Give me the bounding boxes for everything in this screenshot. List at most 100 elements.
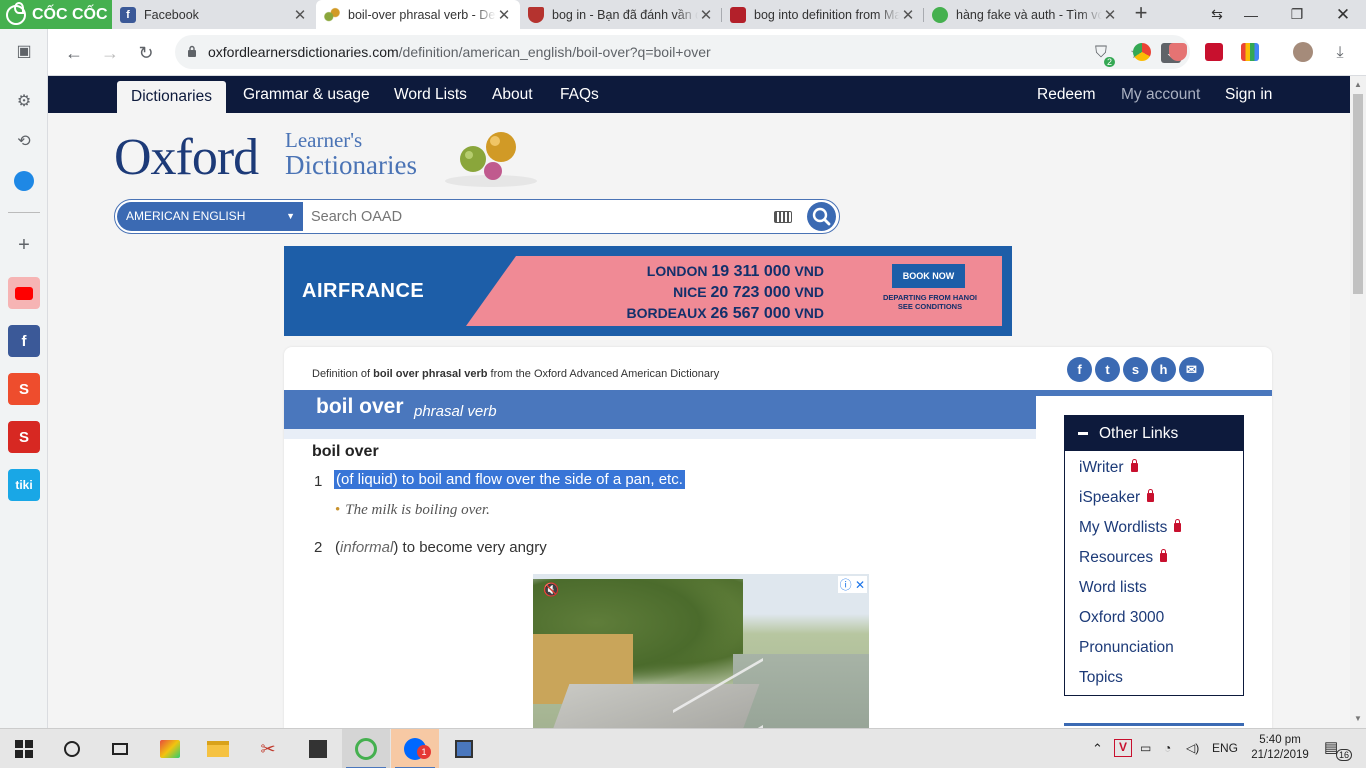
nav-about[interactable]: About [492, 76, 533, 113]
back-button[interactable]: ← [60, 39, 88, 67]
start-button[interactable] [0, 729, 48, 768]
nav-redeem[interactable]: Redeem [1037, 76, 1096, 113]
sticky-app-icon[interactable] [294, 729, 342, 768]
stumbleupon-share-icon[interactable]: s [1123, 357, 1148, 382]
mute-icon[interactable]: 🔇 [543, 582, 559, 598]
nav-word-lists[interactable]: Word Lists [394, 76, 467, 113]
tiki-icon[interactable]: tiki [8, 469, 40, 501]
coccoc-brand[interactable]: CỐC CỐC [0, 0, 112, 29]
tray-chevron-icon[interactable]: ⌃ [1092, 741, 1103, 757]
unikey-icon[interactable]: V [1114, 739, 1132, 757]
scroll-up-icon[interactable]: ▲ [1354, 80, 1362, 89]
task-view-icon[interactable] [96, 729, 144, 768]
zalo-taskbar-icon[interactable]: 1 [391, 729, 439, 768]
nav-faqs[interactable]: FAQs [560, 76, 599, 113]
cortana-search-icon[interactable] [48, 729, 96, 768]
close-icon[interactable]: ✕ [698, 6, 714, 24]
ad-offer-nice: NICE 20 723 000 VND [673, 284, 824, 301]
email-share-icon[interactable]: ✉ [1179, 357, 1204, 382]
coccoc-ext-icon[interactable] [1133, 43, 1151, 61]
keyboard-icon[interactable] [774, 211, 792, 223]
headword-underline [284, 429, 1036, 439]
address-bar[interactable]: oxfordlearnersdictionaries.com/definitio… [175, 35, 1190, 69]
search-input[interactable] [311, 206, 761, 228]
link-word-lists[interactable]: Word lists [1079, 579, 1147, 597]
link-resources[interactable]: Resources [1079, 549, 1168, 567]
link-pronunciation[interactable]: Pronunciation [1079, 639, 1174, 657]
extension-shield-icon[interactable]: ⛉ 2 [1091, 43, 1115, 67]
shopee-icon[interactable]: S [8, 373, 40, 405]
search-button[interactable] [807, 202, 836, 231]
wifi-icon[interactable]: ◔ [1164, 741, 1171, 755]
nav-my-account[interactable]: My account [1121, 76, 1200, 113]
sync-ext-icon[interactable] [1205, 43, 1223, 61]
reload-button[interactable]: ↻ [132, 39, 160, 67]
other-links-header[interactable]: Other Links [1065, 416, 1243, 451]
snipping-tool-icon[interactable]: ✂ [244, 729, 292, 768]
facebook-share-icon[interactable]: f [1067, 357, 1092, 382]
ad-choices-close-icon[interactable]: ⓘ ✕ [837, 576, 867, 593]
ad-book-now-button[interactable]: BOOK NOW [892, 264, 965, 288]
tab-title: boil-over phrasal verb - Def [348, 7, 496, 22]
macmillan-book-icon [730, 6, 746, 23]
browser-toolbar: ← → ↻ oxfordlearnersdictionaries.com/def… [48, 29, 1366, 76]
tab-cambridge[interactable]: bog in - Bạn đã đánh vần đ ✕ [520, 0, 722, 29]
language-indicator[interactable]: ENG [1212, 741, 1238, 755]
volume-icon[interactable]: ◁) [1186, 741, 1199, 755]
subheadword: boil over [312, 443, 379, 460]
other-links-panel: Other Links iWriter iSpeaker My Wordlist… [1064, 415, 1244, 696]
sendo-icon[interactable]: S [8, 421, 40, 453]
maximize-button[interactable]: ❐ [1274, 0, 1320, 29]
nav-grammar-usage[interactable]: Grammar & usage [243, 76, 370, 113]
nav-dictionaries[interactable]: Dictionaries [117, 81, 226, 113]
messenger-icon[interactable] [8, 165, 40, 197]
battery-icon[interactable]: ▭ [1140, 741, 1151, 755]
hatena-share-icon[interactable]: h [1151, 357, 1176, 382]
coccoc-taskbar-icon[interactable] [342, 729, 390, 768]
airfrance-ad[interactable]: AIRFRANCE LONDON 19 311 000 VND NICE 20 … [284, 246, 1012, 336]
close-icon[interactable]: ✕ [496, 6, 512, 24]
youtube-icon[interactable] [8, 277, 40, 309]
settings-gear-icon[interactable]: ⚙ [8, 85, 40, 117]
new-tab-button[interactable]: + [1130, 2, 1152, 25]
minimize-button[interactable]: — [1228, 0, 1274, 29]
sidebar-toggle-icon[interactable]: ▣ [8, 35, 40, 67]
dictionary-select[interactable]: AMERICAN ENGLISH ▼ [117, 202, 303, 231]
close-window-button[interactable]: ✕ [1320, 0, 1366, 29]
colorful-ext-icon[interactable] [1241, 43, 1259, 61]
downloads-icon[interactable]: ⤓ [1326, 39, 1354, 67]
forward-button[interactable]: → [96, 39, 124, 67]
oxford-balls-icon [324, 6, 340, 23]
coccoc-search-icon [932, 6, 948, 23]
link-my-wordlists[interactable]: My Wordlists [1079, 519, 1182, 537]
link-topics[interactable]: Topics [1079, 669, 1123, 687]
add-app-icon[interactable]: + [8, 229, 40, 261]
tab-macmillan[interactable]: bog into definition from Ma ✕ [722, 0, 924, 29]
nav-sign-in[interactable]: Sign in [1225, 76, 1272, 113]
close-icon[interactable]: ✕ [1102, 6, 1118, 24]
close-icon[interactable]: ✕ [900, 6, 916, 24]
scroll-down-icon[interactable]: ▼ [1354, 714, 1362, 723]
link-ispeaker[interactable]: iSpeaker [1079, 489, 1155, 507]
paint-app-icon[interactable] [146, 729, 194, 768]
photo-ad[interactable]: 🔇 ⓘ ✕ [533, 574, 869, 728]
adblock-shield-icon[interactable] [1169, 43, 1187, 61]
tab-oxford[interactable]: boil-over phrasal verb - Def ✕ [316, 0, 520, 29]
facebook-app-icon[interactable]: f [8, 325, 40, 357]
scrollbar-thumb[interactable] [1353, 94, 1363, 294]
close-icon[interactable]: ✕ [292, 6, 308, 24]
tab-facebook[interactable]: f Facebook ✕ [112, 0, 316, 29]
history-icon[interactable]: ⟲ [8, 125, 40, 157]
headword-bar-extension [1036, 390, 1272, 396]
media-app-icon[interactable] [440, 729, 488, 768]
page-scrollbar[interactable]: ▲ ▼ [1350, 76, 1366, 728]
page-viewport: Dictionaries Grammar & usage Word Lists … [48, 76, 1350, 728]
profile-avatar[interactable] [1293, 42, 1313, 62]
tab-coccoc-search[interactable]: hàng fake và auth - Tìm với ✕ [924, 0, 1126, 29]
twitter-share-icon[interactable]: t [1095, 357, 1120, 382]
file-explorer-icon[interactable] [194, 729, 242, 768]
definition-source: Definition of boil over phrasal verb fro… [312, 368, 720, 380]
link-iwriter[interactable]: iWriter [1079, 459, 1138, 477]
taskbar-clock[interactable]: 5:40 pm 21/12/2019 [1248, 733, 1312, 763]
link-oxford-3000[interactable]: Oxford 3000 [1079, 609, 1164, 627]
